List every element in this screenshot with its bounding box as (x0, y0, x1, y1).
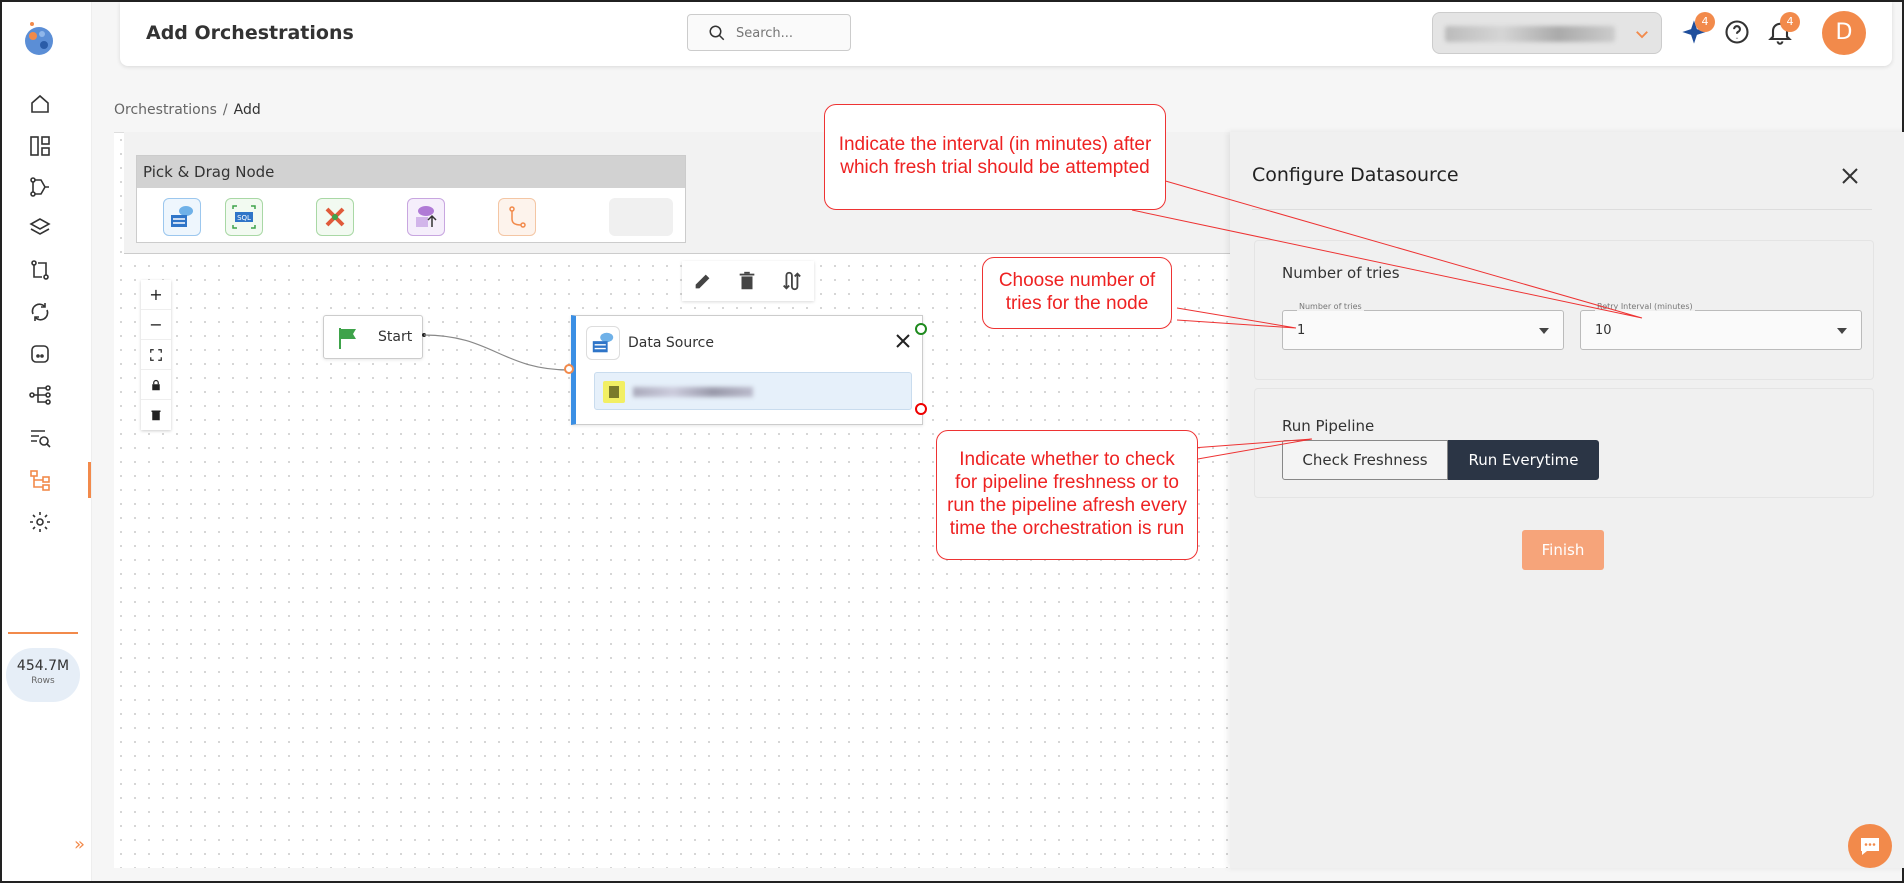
sidebar: 454.7M Rows » (2, 2, 92, 881)
breadcrumb-root[interactable]: Orchestrations (114, 102, 217, 118)
trash-icon[interactable] (736, 270, 758, 292)
breadcrumb: Orchestrations / Add (114, 102, 261, 118)
workspace-selector[interactable] (1432, 12, 1662, 54)
avatar[interactable]: D (1822, 11, 1866, 55)
zoom-in-icon[interactable]: + (141, 280, 171, 310)
tries-field-label: Number of tries (1297, 302, 1364, 311)
input-port[interactable] (564, 364, 574, 374)
page-title: Add Orchestrations (146, 22, 354, 44)
failure-port[interactable] (915, 403, 927, 415)
tries-value: 1 (1297, 323, 1306, 338)
tries-annotation: Choose number of tries for the node (982, 257, 1172, 329)
fit-view-icon[interactable] (141, 340, 171, 370)
chevron-down-icon (1636, 31, 1648, 39)
flow-icon[interactable] (26, 381, 54, 409)
pipeline-annotation: Indicate whether to check for pipeline f… (936, 430, 1198, 560)
chat-button[interactable] (1848, 824, 1892, 868)
chat-icon (1861, 838, 1879, 855)
datasource-node-icon[interactable] (163, 198, 201, 236)
datasource-icon (586, 326, 620, 360)
start-label: Start (378, 329, 413, 345)
run-section-title: Run Pipeline (1282, 417, 1375, 435)
branch-node-icon[interactable] (498, 198, 536, 236)
notifications-badge: 4 (1780, 12, 1800, 32)
svg-text:SQL: SQL (237, 214, 251, 222)
panel-title: Configure Datasource (1252, 164, 1459, 186)
chevron-down-icon (1539, 328, 1549, 334)
sync-icon[interactable] (26, 298, 54, 326)
edit-icon[interactable] (692, 270, 714, 292)
palette-title: Pick & Drag Node (137, 156, 685, 188)
orchestration-icon[interactable] (26, 466, 54, 494)
rows-divider (8, 632, 78, 634)
upload-node-icon[interactable] (407, 198, 445, 236)
datasource-node[interactable]: Data Source (571, 315, 923, 425)
flag-icon (339, 328, 356, 349)
datasource-entry[interactable] (594, 372, 912, 410)
query-icon[interactable] (26, 424, 54, 452)
ai-badge: 4 (1695, 12, 1715, 32)
expand-sidebar-icon[interactable]: » (74, 834, 85, 855)
app-logo[interactable] (20, 20, 58, 58)
configure-panel: Configure Datasource Number of tries Num… (1230, 132, 1904, 868)
node-toolbar (682, 261, 814, 301)
panel-divider (1252, 209, 1872, 210)
rows-label: Rows (31, 676, 55, 686)
storage-icon[interactable] (26, 340, 54, 368)
datasource-label: Data Source (628, 335, 714, 351)
zoom-controls: + − (141, 280, 171, 430)
search-box[interactable] (687, 14, 851, 51)
close-icon[interactable] (894, 332, 912, 350)
transform-icon[interactable] (26, 256, 54, 284)
close-icon[interactable] (1840, 166, 1860, 186)
retry-value: 10 (1595, 323, 1612, 338)
breadcrumb-separator: / (222, 102, 228, 118)
start-to-datasource-edge (422, 333, 571, 371)
sql-node-icon[interactable]: SQL (225, 198, 263, 236)
retry-field-label: Retry Interval (minutes) (1595, 302, 1695, 311)
layers-icon[interactable] (26, 214, 54, 242)
start-node[interactable]: Start (323, 315, 423, 359)
rows-badge: 454.7M Rows (6, 648, 80, 702)
interval-annotation: Indicate the interval (in minutes) after… (824, 104, 1166, 210)
finish-button[interactable]: Finish (1522, 530, 1604, 570)
run-everytime-button[interactable]: Run Everytime (1448, 440, 1599, 480)
retry-interval-select[interactable]: Retry Interval (minutes) 10 (1580, 302, 1862, 350)
palette-placeholder (609, 198, 673, 236)
dataset-name-redacted (633, 387, 753, 397)
breadcrumb-current: Add (233, 102, 261, 118)
top-header: Add Orchestrations 4 4 D (120, 2, 1892, 66)
transform-node-icon[interactable] (316, 198, 354, 236)
swap-icon[interactable] (780, 270, 802, 292)
home-icon[interactable] (26, 90, 54, 118)
search-input[interactable] (736, 23, 844, 43)
node-palette: Pick & Drag Node SQL (136, 155, 686, 243)
zoom-out-icon[interactable]: − (141, 310, 171, 340)
check-freshness-button[interactable]: Check Freshness (1282, 440, 1448, 480)
chevron-down-icon (1837, 328, 1847, 334)
tries-select[interactable]: Number of tries 1 (1282, 302, 1564, 350)
pipeline-icon[interactable] (26, 173, 54, 201)
lock-icon[interactable] (141, 370, 171, 400)
tries-section-title: Number of tries (1282, 264, 1400, 282)
active-indicator (88, 462, 91, 498)
search-icon (709, 25, 725, 41)
dashboard-icon[interactable] (26, 132, 54, 160)
delete-canvas-icon[interactable] (141, 400, 171, 430)
rows-value: 454.7M (16, 658, 70, 674)
gear-icon[interactable] (26, 508, 54, 536)
dataset-icon (603, 381, 625, 403)
workspace-name-redacted (1445, 26, 1615, 42)
help-icon[interactable] (1723, 18, 1751, 46)
success-port[interactable] (915, 323, 927, 335)
